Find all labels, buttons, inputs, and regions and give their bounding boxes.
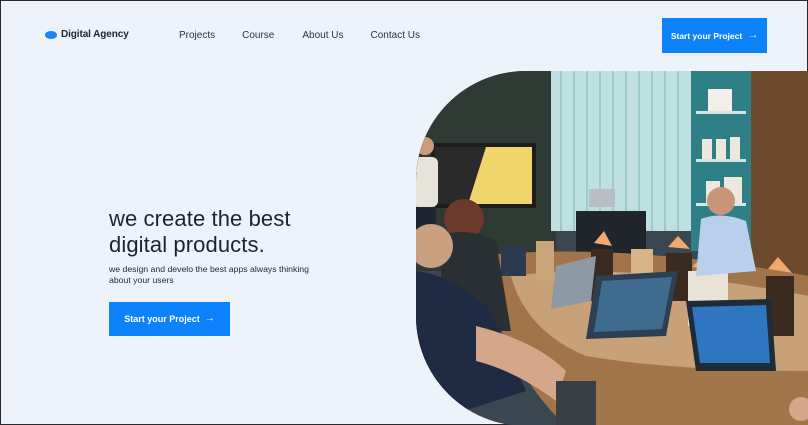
- arrow-right-icon: →: [748, 29, 759, 41]
- arrow-right-icon: →: [204, 313, 215, 324]
- hero-title: we create the best digital products.: [109, 206, 349, 258]
- brand-logo[interactable]: Digital Agency: [45, 29, 129, 40]
- header-start-project-button[interactable]: Start your Project →: [662, 18, 767, 53]
- nav-item-projects[interactable]: Projects: [179, 30, 215, 41]
- main-nav: Projects Course About Us Contact Us: [179, 30, 420, 41]
- nav-item-course[interactable]: Course: [242, 30, 274, 41]
- brand-name: Digital Agency: [61, 29, 129, 40]
- hero-title-line-2: digital products.: [109, 232, 265, 257]
- nav-item-about-us[interactable]: About Us: [302, 30, 343, 41]
- hero-cta-label: Start your Project: [124, 314, 200, 324]
- hero-title-line-1: we create the best: [109, 206, 291, 231]
- oval-logo-icon: [45, 30, 57, 39]
- hero-subtitle: we design and develo the best apps alway…: [109, 264, 309, 285]
- header-cta-label: Start your Project: [670, 30, 743, 41]
- hero-start-project-button[interactable]: Start your Project →: [109, 302, 230, 336]
- meeting-room-photo: [416, 71, 808, 425]
- nav-item-contact-us[interactable]: Contact Us: [371, 30, 420, 41]
